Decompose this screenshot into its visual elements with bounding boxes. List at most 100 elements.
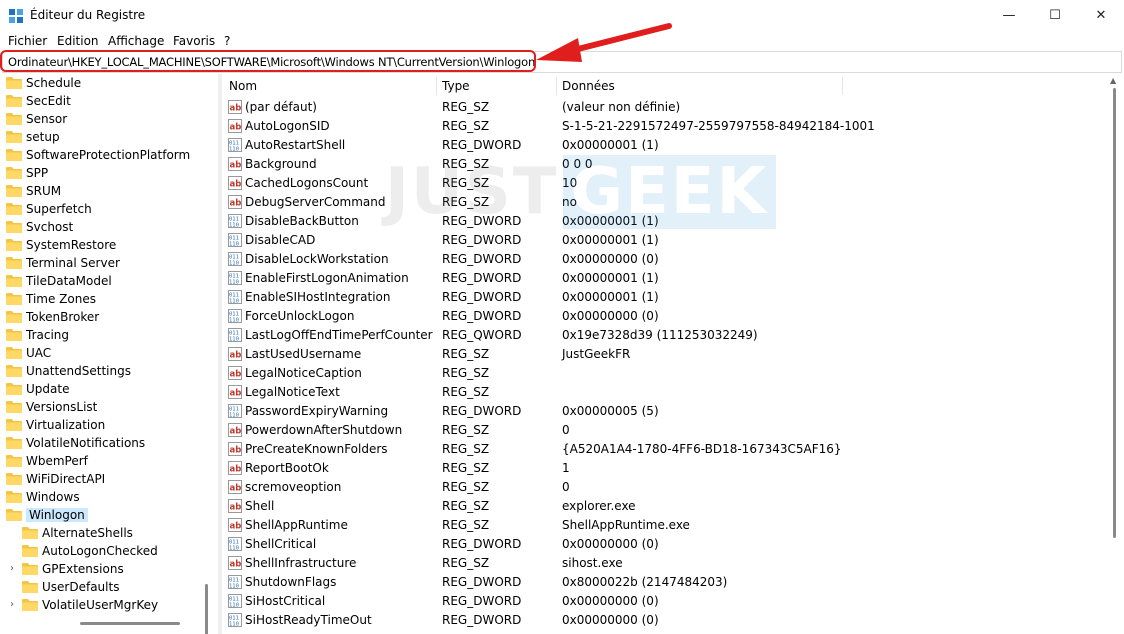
table-row[interactable]: ab LegalNoticeCaption REG_SZ <box>222 364 1112 383</box>
tree-item[interactable]: WbemPerf <box>6 452 88 470</box>
expand-chevron-icon[interactable]: › <box>10 563 14 574</box>
binary-value-icon: 011110 <box>228 404 242 418</box>
table-row[interactable]: ab ShellAppRuntime REG_SZ ShellAppRuntime.e… <box>222 516 1112 535</box>
tree-item[interactable]: TokenBroker <box>6 308 99 326</box>
table-row[interactable]: ab Background REG_SZ 0 0 0 <box>222 155 1112 174</box>
svg-text:110: 110 <box>229 603 239 609</box>
table-row[interactable]: ab CachedLogonsCount REG_SZ 10 <box>222 174 1112 193</box>
table-row[interactable]: 011 110 EnableSIHostIntegration REG_DWORD 0x… <box>222 288 1112 307</box>
column-header-data[interactable]: Données <box>562 74 615 98</box>
table-row[interactable]: ab PowerdownAfterShutdown REG_SZ 0 <box>222 421 1112 440</box>
folder-icon <box>6 472 22 485</box>
tree-item[interactable]: Time Zones <box>6 290 96 308</box>
table-row[interactable]: ab ShellInfrastructure REG_SZ sihost.exe <box>222 554 1112 573</box>
tree-item[interactable]: Tracing <box>6 326 69 344</box>
value-name: EnableFirstLogonAnimation <box>245 271 409 285</box>
column-separator[interactable] <box>436 77 437 95</box>
table-row[interactable]: 011 110 ForceUnlockLogon REG_DWORD 0x0000000… <box>222 307 1112 326</box>
scroll-up-arrow-icon[interactable]: ▲ <box>1110 76 1116 85</box>
table-row[interactable]: 011 110 SiHostReadyTimeOut REG_DWORD 0x00000… <box>222 611 1112 630</box>
tree-item[interactable]: UnattendSettings <box>6 362 131 380</box>
table-row[interactable]: 011 110 ShellCritical REG_DWORD 0x00000000 (… <box>222 535 1112 554</box>
svg-text:ab: ab <box>230 427 242 437</box>
table-row[interactable]: ab DebugServerCommand REG_SZ no <box>222 193 1112 212</box>
tree-subitem[interactable]: VolatileUserMgrKey <box>22 596 158 614</box>
folder-icon <box>6 292 22 305</box>
table-row[interactable]: 011 110 DisableCAD REG_DWORD 0x00000001 (1) <box>222 231 1112 250</box>
tree-subitem[interactable]: AlternateShells <box>22 524 133 542</box>
table-row[interactable]: 011 110 DisableLockWorkstation REG_DWORD 0x0… <box>222 250 1112 269</box>
tree-item[interactable]: Schedule <box>6 74 81 92</box>
tree-item[interactable]: Update <box>6 380 69 398</box>
table-row[interactable]: 011 110 LastLogOffEndTimePerfCounter REG_QW… <box>222 326 1112 345</box>
folder-icon <box>22 526 38 539</box>
column-separator[interactable] <box>842 77 843 95</box>
tree-item[interactable]: TileDataModel <box>6 272 112 290</box>
column-header-type[interactable]: Type <box>442 74 470 98</box>
tree-item[interactable]: Svchost <box>6 218 73 236</box>
tree-item[interactable]: Winlogon <box>6 506 88 524</box>
table-row[interactable]: ab scremoveoption REG_SZ 0 <box>222 478 1112 497</box>
tree-item[interactable]: SRUM <box>6 182 61 200</box>
maximize-button[interactable]: ☐ <box>1032 0 1078 32</box>
string-value-icon: ab <box>228 423 242 437</box>
folder-icon <box>6 148 22 161</box>
value-type: REG_DWORD <box>442 613 522 627</box>
table-row[interactable]: ab LastUsedUsername REG_SZ JustGeekFR <box>222 345 1112 364</box>
tree-item[interactable]: VersionsList <box>6 398 97 416</box>
tree-vertical-scrollbar[interactable] <box>205 584 208 634</box>
table-row[interactable]: 011 110 SiHostCritical REG_DWORD 0x00000000 … <box>222 592 1112 611</box>
tree-item[interactable]: SystemRestore <box>6 236 116 254</box>
table-row[interactable]: ab ReportBootOk REG_SZ 1 <box>222 459 1112 478</box>
tree-item[interactable]: Sensor <box>6 110 67 128</box>
tree-subitem[interactable]: UserDefaults <box>22 578 119 596</box>
tree-subitem[interactable]: AutoLogonChecked <box>22 542 158 560</box>
value-name: SiHostReadyTimeOut <box>245 613 372 627</box>
tree-item[interactable]: VolatileNotifications <box>6 434 145 452</box>
table-row[interactable]: ab (par défaut) REG_SZ (valeur non définie) <box>222 98 1112 117</box>
menu-edition[interactable]: Edition <box>57 34 99 48</box>
value-name: scremoveoption <box>245 480 342 494</box>
tree-item[interactable]: setup <box>6 128 60 146</box>
tree-item-label: TileDataModel <box>26 274 112 288</box>
tree-item[interactable]: Superfetch <box>6 200 92 218</box>
folder-icon <box>6 364 22 377</box>
tree-subitem[interactable]: GPExtensions <box>22 560 124 578</box>
value-data: JustGeekFR <box>562 347 631 361</box>
table-row[interactable]: 011 110 EnableFirstLogonAnimation REG_DWORD… <box>222 269 1112 288</box>
list-vertical-scrollbar[interactable] <box>1113 88 1116 538</box>
table-row[interactable]: ab PreCreateKnownFolders REG_SZ {A520A1A4-1… <box>222 440 1112 459</box>
table-row[interactable]: ab LegalNoticeText REG_SZ <box>222 383 1112 402</box>
tree-item[interactable]: SPP <box>6 164 48 182</box>
tree-item[interactable]: SoftwareProtectionPlatform <box>6 146 190 164</box>
expand-chevron-icon[interactable]: › <box>10 599 14 610</box>
tree-horizontal-scrollbar[interactable] <box>80 622 180 625</box>
menu-affichage[interactable]: Affichage <box>108 34 164 48</box>
value-data: 0x00000000 (0) <box>562 252 659 266</box>
menu-favoris[interactable]: Favoris <box>173 34 215 48</box>
table-row[interactable]: 011 110 AutoRestartShell REG_DWORD 0x0000000… <box>222 136 1112 155</box>
close-button[interactable]: ✕ <box>1078 0 1124 32</box>
folder-icon <box>6 220 22 233</box>
tree-item[interactable]: WiFiDirectAPI <box>6 470 105 488</box>
tree-item[interactable]: SecEdit <box>6 92 71 110</box>
table-row[interactable]: ab AutoLogonSID REG_SZ S-1-5-21-2291572497-… <box>222 117 1112 136</box>
menu-help[interactable]: ? <box>224 34 230 48</box>
tree-item[interactable]: Windows <box>6 488 80 506</box>
tree-item[interactable]: Terminal Server <box>6 254 120 272</box>
tree-item[interactable]: UAC <box>6 344 51 362</box>
table-row[interactable]: ab Shell REG_SZ explorer.exe <box>222 497 1112 516</box>
table-row[interactable]: 011 110 PasswordExpiryWarning REG_DWORD 0x00… <box>222 402 1112 421</box>
column-separator[interactable] <box>556 77 557 95</box>
value-type: REG_DWORD <box>442 252 522 266</box>
folder-icon <box>6 202 22 215</box>
value-name: SiHostCritical <box>245 594 326 608</box>
menu-fichier[interactable]: Fichier <box>8 34 47 48</box>
folder-icon <box>6 112 22 125</box>
column-header-name[interactable]: Nom <box>229 74 257 98</box>
value-type: REG_DWORD <box>442 271 522 285</box>
table-row[interactable]: 011 110 DisableBackButton REG_DWORD 0x000000… <box>222 212 1112 231</box>
tree-item[interactable]: Virtualization <box>6 416 105 434</box>
table-row[interactable]: 011 110 ShutdownFlags REG_DWORD 0x8000022b (… <box>222 573 1112 592</box>
minimize-button[interactable]: — <box>986 0 1032 32</box>
